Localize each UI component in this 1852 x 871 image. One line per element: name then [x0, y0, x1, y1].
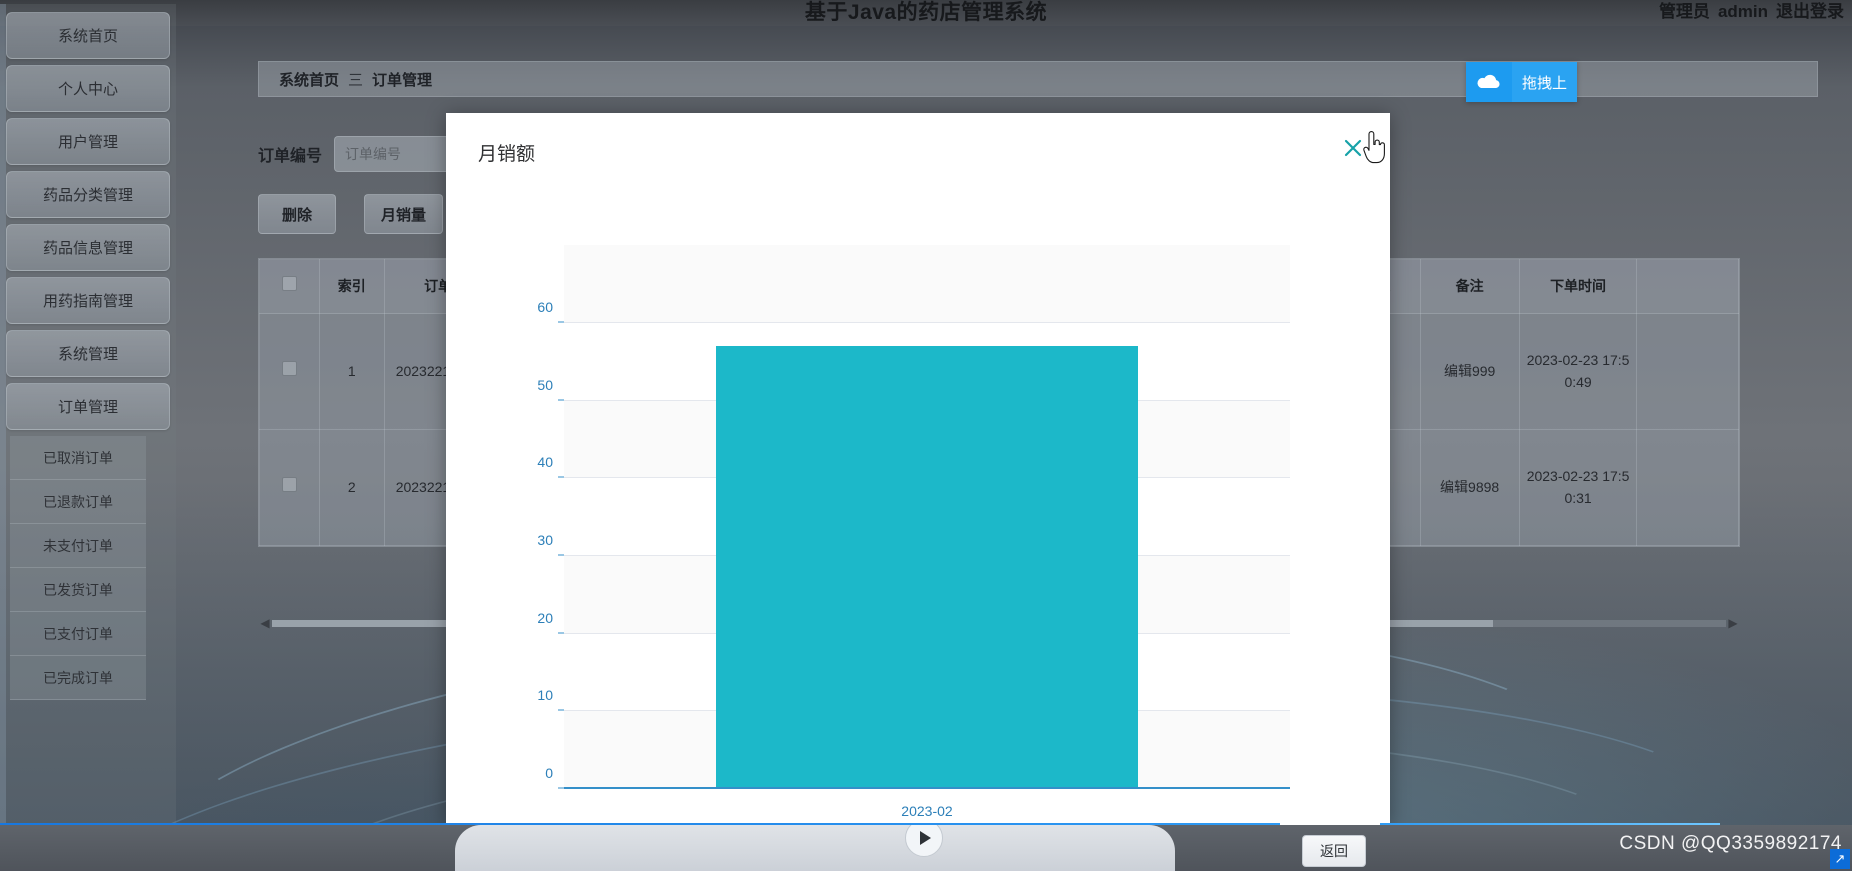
sidebar-item-label: 药品信息管理 [42, 240, 133, 257]
sidebar-item-label: 用药指南管理 [42, 293, 133, 310]
row-checkbox[interactable] [281, 476, 297, 492]
sidebar-item-drug-category-management[interactable]: 药品分类管理 [6, 171, 170, 218]
chart-y-tick-label: 50 [537, 376, 553, 393]
sidebar-subitem-label: 已发货订单 [43, 581, 113, 598]
select-all-header[interactable] [259, 259, 320, 314]
toolbar: 删除 月销量 [258, 194, 444, 234]
chart-gridline [564, 322, 1290, 323]
row-select-cell[interactable] [259, 429, 320, 546]
scroll-left-icon[interactable]: ◀ [258, 616, 272, 630]
sidebar-item-drug-info-management[interactable]: 药品信息管理 [6, 224, 170, 271]
chart-band [564, 245, 1290, 323]
monthly-sales-modal: 月销额 月销额 0102030405060 2023-02 [446, 113, 1390, 826]
drag-upload-label[interactable]: 拖拽上 [1512, 62, 1578, 102]
cell-order-time: 2023-02-23 17:50:31 [1518, 429, 1638, 546]
sidebar-item-user-management[interactable]: 用户管理 [6, 118, 170, 165]
bottom-strip: 返回 ↗ [0, 825, 1852, 871]
monthly-sales-chart: 月销额 0102030405060 2023-02 [446, 183, 1390, 819]
delete-button[interactable]: 删除 [258, 194, 336, 234]
app-header: 基于Java的药店管理系统 管理员 admin 退出登录 [0, 0, 1852, 26]
sidebar-subitem-unpaid-orders[interactable]: 未支付订单 [10, 524, 146, 568]
resize-grip-icon[interactable]: ↗ [1830, 849, 1850, 869]
sidebar-item-order-management[interactable]: 订单管理 [6, 383, 170, 430]
search-label: 订单编号 [258, 148, 323, 165]
screen: 基于Java的药店管理系统 管理员 admin 退出登录 系统首页 个人中心 用户管… [0, 0, 1852, 871]
sidebar-subitem-label: 已退款订单 [43, 493, 113, 510]
back-button[interactable]: 返回 [1302, 835, 1366, 867]
breadcrumb-home[interactable]: 系统首页 [279, 69, 339, 90]
close-icon[interactable] [1340, 135, 1366, 161]
scroll-right-icon[interactable]: ▶ [1726, 616, 1740, 630]
cell-remark: 编辑999 [1419, 313, 1520, 430]
chart-y-tick-label: 10 [537, 687, 553, 704]
sidebar: 系统首页 个人中心 用户管理 药品分类管理 药品信息管理 用药指南管理 系统管理… [0, 4, 176, 871]
cell-order-time: 2023-02-23 17:50:49 [1518, 313, 1638, 430]
sidebar-item-home[interactable]: 系统首页 [6, 12, 170, 59]
order-number-search-input[interactable] [334, 136, 463, 172]
play-triangle-icon [920, 831, 931, 845]
user-role-label: 管理员 [1658, 2, 1710, 21]
sidebar-item-system-management[interactable]: 系统管理 [6, 330, 170, 377]
cell-index: 1 [318, 313, 385, 430]
sidebar-item-label: 药品分类管理 [42, 187, 133, 204]
cell-index: 2 [318, 429, 385, 546]
modal-header: 月销额 [446, 113, 1390, 183]
modal-bottom-edge [1280, 817, 1380, 825]
column-header-remark: 备注 [1419, 259, 1520, 314]
select-all-checkbox[interactable] [281, 275, 297, 291]
chart-plot-area: 0 10 20 30 40 50 60 2023-02 [537, 245, 1290, 819]
sidebar-subitem-label: 已完成订单 [43, 669, 113, 686]
sidebar-item-label: 系统管理 [57, 346, 118, 363]
sidebar-item-medication-guide-management[interactable]: 用药指南管理 [6, 277, 170, 324]
sidebar-subitem-paid-orders[interactable]: 已支付订单 [10, 612, 146, 656]
sidebar-subitem-label: 已取消订单 [43, 449, 113, 466]
row-checkbox[interactable] [281, 360, 297, 376]
sidebar-subitem-label: 已支付订单 [43, 625, 113, 642]
breadcrumb-current: 订单管理 [372, 71, 433, 89]
media-player-bar[interactable] [455, 825, 1175, 871]
chart-y-axis-line [564, 323, 566, 789]
sidebar-submenu-order: 已取消订单 已退款订单 未支付订单 已发货订单 已支付订单 已完成订单 [0, 436, 176, 700]
sidebar-item-label: 订单管理 [57, 399, 118, 416]
chart-y-tick-label: 60 [537, 299, 553, 315]
breadcrumb-separator-icon: 三 [348, 71, 364, 89]
sidebar-subitem-refunded-orders[interactable]: 已退款订单 [10, 480, 146, 524]
sidebar-item-profile[interactable]: 个人中心 [6, 65, 170, 112]
sidebar-subitem-shipped-orders[interactable]: 已发货订单 [10, 568, 146, 612]
sidebar-item-label: 用户管理 [57, 134, 118, 151]
sidebar-subitem-completed-orders[interactable]: 已完成订单 [10, 656, 146, 700]
cloud-upload-icon[interactable] [1466, 62, 1512, 102]
column-header-index: 索引 [318, 259, 385, 314]
chart-y-tick-label: 30 [537, 532, 553, 548]
chart-y-tick-label: 40 [537, 454, 553, 471]
header-user-area: 管理员 admin 退出登录 [1659, 0, 1844, 22]
user-name-label: admin [1717, 2, 1768, 21]
sidebar-subitem-label: 未支付订单 [43, 537, 113, 554]
chart-bar[interactable] [716, 346, 1138, 789]
page-title: 基于Java的药店管理系统 [804, 1, 1048, 24]
drag-upload-widget[interactable]: 拖拽上 [1466, 62, 1578, 102]
column-header-actions [1636, 259, 1739, 314]
monthly-sales-button[interactable]: 月销量 [364, 194, 444, 234]
search-row: 订单编号 [258, 136, 463, 172]
logout-link[interactable]: 退出登录 [1776, 2, 1844, 21]
chart-y-tick-label: 0 [545, 765, 553, 781]
sidebar-item-label: 个人中心 [57, 81, 118, 98]
chart-x-axis-line [564, 787, 1290, 789]
column-header-order-time: 下单时间 [1518, 259, 1638, 314]
cell-actions[interactable] [1636, 313, 1739, 430]
watermark: CSDN @QQ3359892174 [1619, 833, 1842, 854]
sidebar-item-label: 系统首页 [57, 28, 118, 45]
sidebar-subitem-cancelled-orders[interactable]: 已取消订单 [10, 436, 146, 480]
chart-x-tick-label: 2023-02 [901, 803, 953, 819]
cell-remark: 编辑9898 [1419, 429, 1520, 546]
cell-actions[interactable] [1636, 429, 1739, 546]
breadcrumb: 系统首页 三 订单管理 [258, 61, 1818, 97]
row-select-cell[interactable] [259, 313, 320, 430]
modal-title: 月销额 [478, 144, 536, 165]
chart-y-tick-label: 20 [537, 609, 553, 626]
